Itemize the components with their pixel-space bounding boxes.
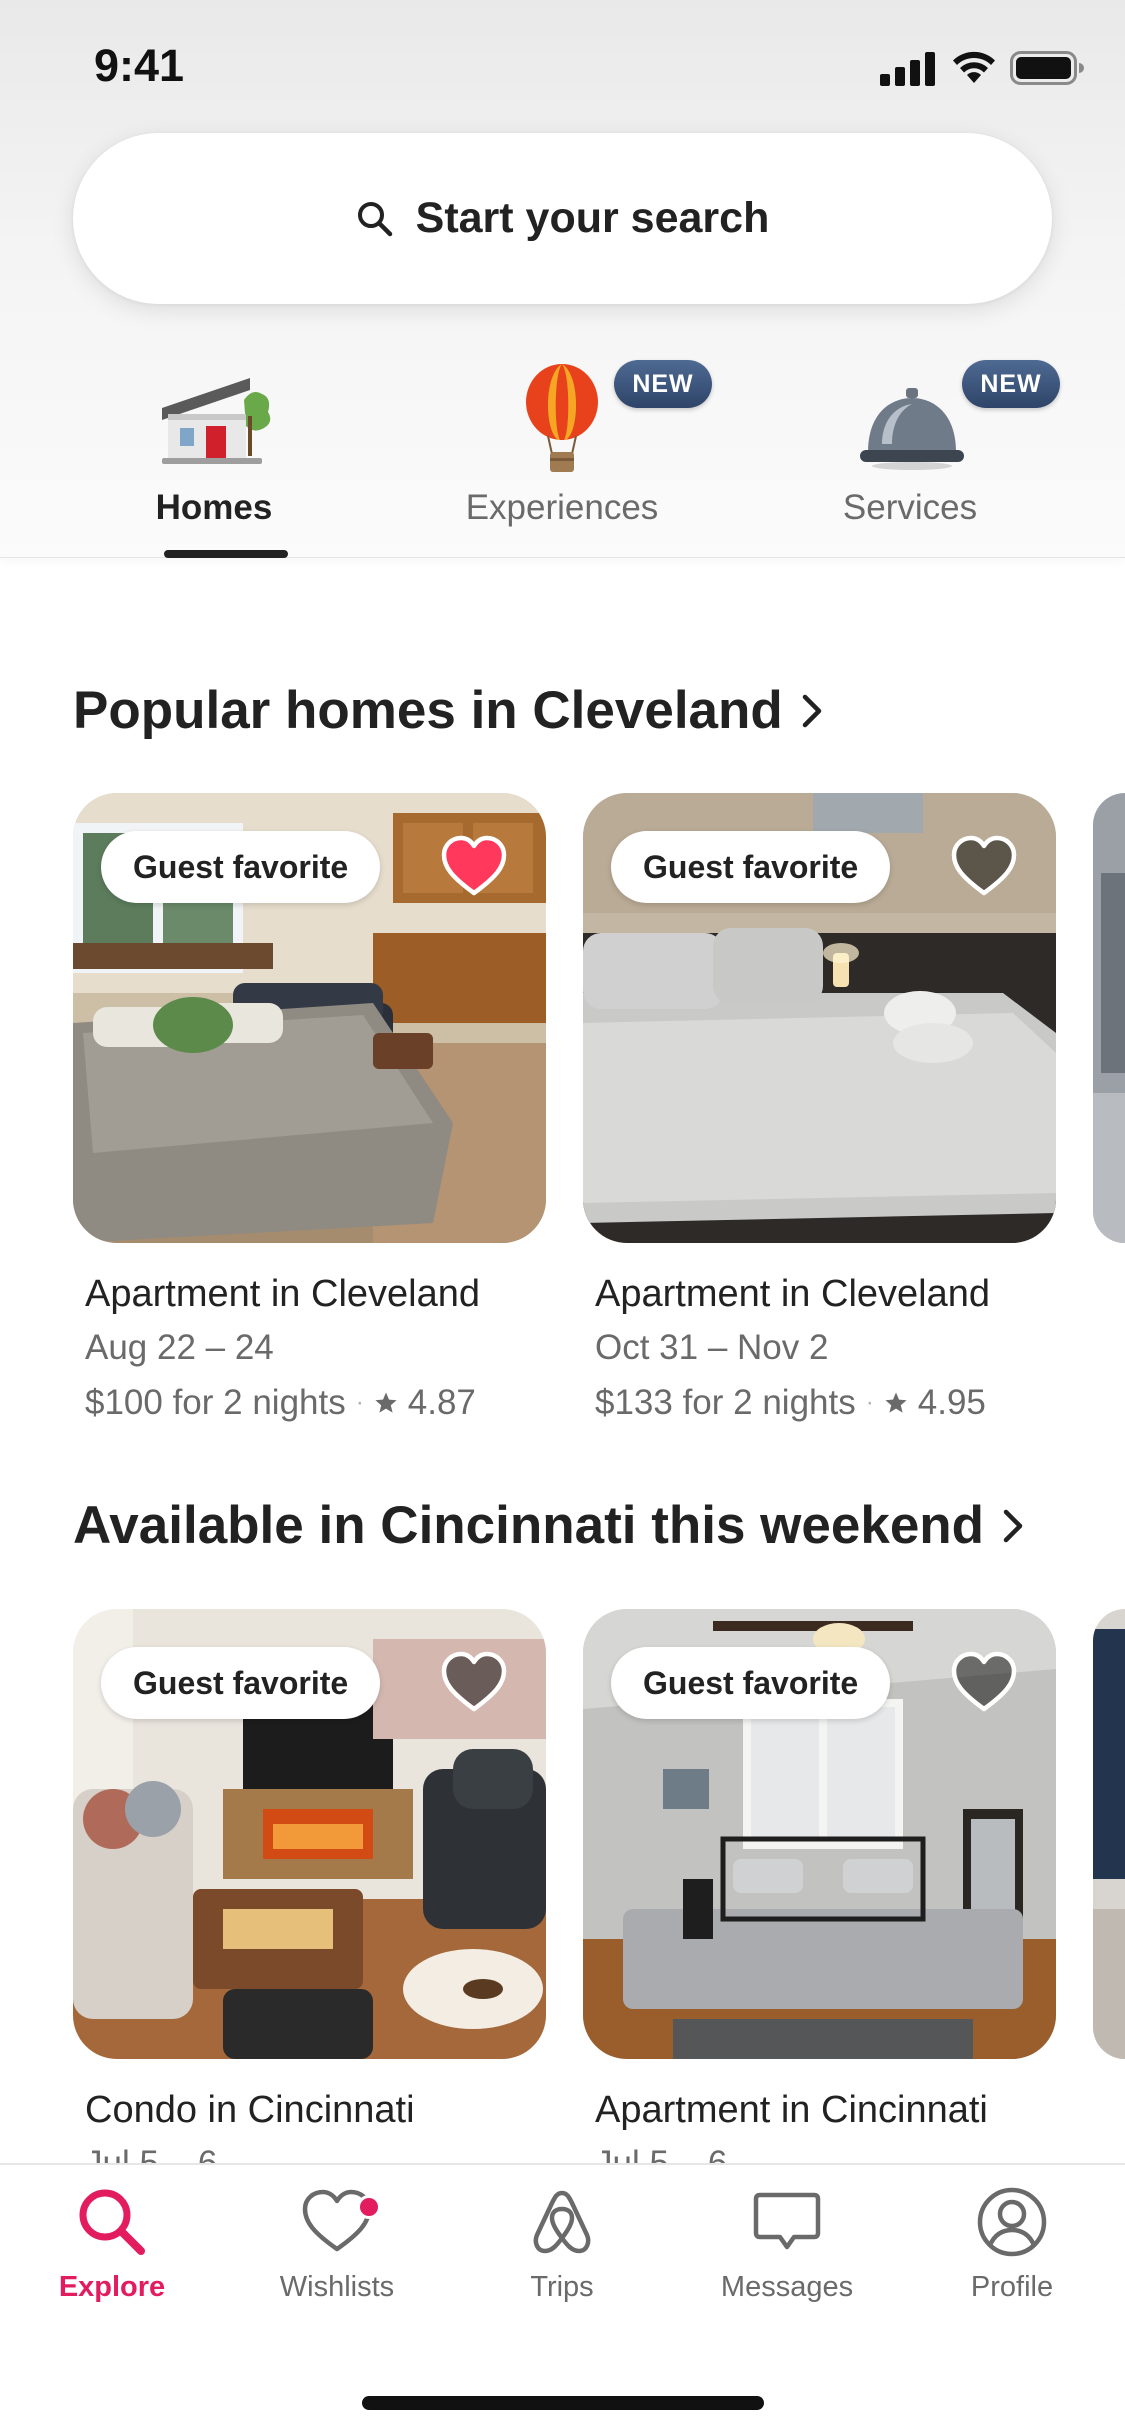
category-experiences[interactable]: NEW Experiences (432, 360, 712, 560)
listing-card-peek[interactable] (1093, 1609, 1125, 2059)
tab-label: Wishlists (279, 2271, 395, 2303)
tab-wishlists[interactable]: Wishlists (237, 2185, 437, 2304)
section-title[interactable]: Popular homes in Cleveland (73, 680, 823, 741)
category-label-homes: Homes (155, 488, 273, 527)
separator-dot: · (355, 1389, 364, 1416)
listing-photo-image (1093, 1609, 1125, 2059)
house-icon (162, 378, 271, 464)
listing-price-row: $100 for 2 nights · 4.87 (85, 1383, 476, 1423)
tab-label: Messages (720, 2271, 854, 2303)
tab-explore[interactable]: Explore (12, 2185, 212, 2304)
hot-air-balloon-icon (526, 364, 598, 472)
search-placeholder: Start your search (415, 194, 770, 242)
new-badge: NEW (614, 360, 712, 408)
guest-favorite-badge: Guest favorite (101, 831, 381, 903)
listing-rating: 4.87 (407, 1383, 476, 1422)
listing-photo[interactable]: Guest favorite (583, 1609, 1056, 2059)
listing-card[interactable]: Guest favorite Apartment in Cleveland Oc… (583, 793, 1056, 1422)
section-title-text: Available in Cincinnati this weekend (73, 1496, 985, 1555)
search-bar[interactable]: Start your search (73, 133, 1052, 304)
new-badge: NEW (962, 360, 1060, 408)
star-icon (375, 1392, 397, 1413)
listing-photo[interactable]: Guest favorite (73, 793, 546, 1243)
listing-dates: Oct 31 – Nov 2 (595, 1328, 829, 1367)
listing-card-peek[interactable] (1093, 793, 1125, 1243)
listing-title: Apartment in Cincinnati (595, 2089, 988, 2131)
service-bell-icon (860, 388, 964, 470)
wishlist-heart-icon[interactable] (948, 1647, 1020, 1719)
listing-title: Condo in Cincinnati (85, 2089, 415, 2131)
listing-photo-image (1093, 793, 1125, 1243)
message-bubble-icon (753, 2192, 821, 2250)
listing-price: $100 for 2 nights (85, 1383, 346, 1422)
listing-card[interactable]: Guest favorite Condo in Cincinnati Jul 5… (73, 1609, 546, 2183)
wishlist-heart-filled-icon[interactable] (438, 831, 510, 903)
status-bar: 9:41 (0, 0, 1125, 130)
category-services[interactable]: NEW Services (780, 360, 1060, 560)
tab-label: Profile (970, 2271, 1054, 2303)
listing-price-row: $133 for 2 nights · 4.95 (595, 1383, 986, 1423)
category-label-experiences: Experiences (465, 488, 659, 527)
listing-card[interactable]: Guest favorite Apartment in Cleveland Au… (73, 793, 546, 1422)
listing-title: Apartment in Cleveland (85, 1273, 480, 1315)
profile-icon (977, 2187, 1047, 2257)
listing-dates: Aug 22 – 24 (85, 1328, 274, 1367)
listing-card[interactable]: Guest favorite Apartment in Cincinnati J… (583, 1609, 1056, 2183)
wishlist-heart-icon[interactable] (438, 1647, 510, 1719)
active-category-indicator (164, 550, 288, 558)
section-title-text: Popular homes in Cleveland (73, 681, 783, 740)
guest-favorite-badge: Guest favorite (611, 1647, 891, 1719)
category-label-services: Services (842, 488, 978, 527)
notification-dot (357, 2195, 381, 2219)
guest-favorite-badge: Guest favorite (101, 1647, 381, 1719)
chevron-right-icon (802, 694, 822, 727)
category-homes[interactable]: Homes (84, 360, 344, 560)
search-icon (79, 2189, 145, 2255)
listing-photo[interactable]: Guest favorite (73, 1609, 546, 2059)
listing-price: $133 for 2 nights (595, 1383, 856, 1422)
search-icon (357, 201, 392, 236)
chevron-right-icon (1003, 1509, 1023, 1542)
status-time: 9:41 (94, 40, 185, 91)
tab-label: Trips (530, 2271, 594, 2303)
wishlist-heart-icon[interactable] (948, 831, 1020, 903)
airbnb-logo-icon (533, 2190, 591, 2254)
wifi-icon (953, 51, 995, 83)
home-indicator (362, 2396, 764, 2410)
tab-profile[interactable]: Profile (912, 2185, 1112, 2304)
section-title[interactable]: Available in Cincinnati this weekend (73, 1495, 1024, 1556)
guest-favorite-badge: Guest favorite (611, 831, 891, 903)
battery-icon (1010, 51, 1084, 85)
star-icon (885, 1392, 907, 1413)
separator-dot: · (865, 1389, 874, 1416)
tab-label: Explore (58, 2271, 166, 2303)
listing-title: Apartment in Cleveland (595, 1273, 990, 1315)
tab-messages[interactable]: Messages (687, 2185, 887, 2304)
listing-rating: 4.95 (917, 1383, 986, 1422)
cellular-signal-icon (880, 52, 935, 86)
tab-trips[interactable]: Trips (462, 2185, 662, 2304)
listing-photo[interactable]: Guest favorite (583, 793, 1056, 1243)
